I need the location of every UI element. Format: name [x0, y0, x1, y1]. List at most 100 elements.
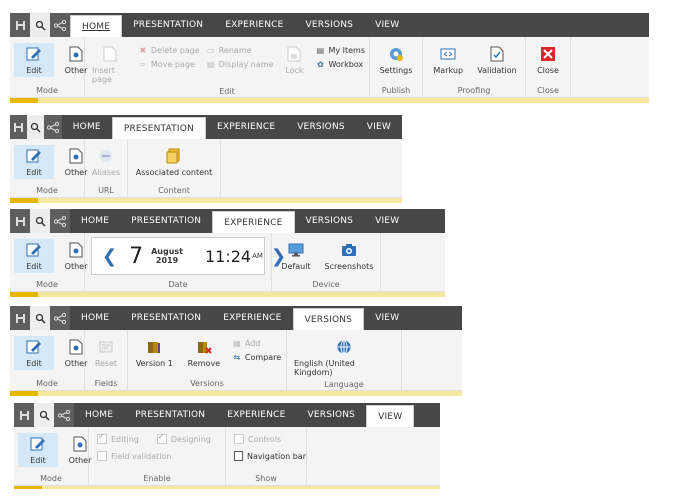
display-name-button[interactable]: ▤ Display name	[206, 59, 274, 69]
tab-presentation[interactable]: PRESENTATION	[111, 117, 206, 139]
add-version-button[interactable]: ▦ Add	[232, 338, 281, 348]
tab-experience[interactable]: EXPERIENCE	[206, 115, 286, 139]
validation-label: Validation	[477, 66, 517, 75]
compare-button[interactable]: ⇆ Compare	[232, 352, 282, 362]
designing-checkbox[interactable]: Designing	[156, 432, 211, 444]
tab-experience[interactable]: EXPERIENCE	[212, 211, 295, 233]
tab-experience[interactable]: EXPERIENCE	[216, 403, 296, 427]
add-version-label: Add	[244, 338, 261, 348]
validation-button[interactable]: Validation	[474, 43, 520, 77]
tab-view[interactable]: VIEW	[356, 115, 402, 139]
group-label-language: Language	[324, 380, 364, 389]
workbox-button[interactable]: ✿ Workbox	[315, 59, 365, 69]
edit-mode-button[interactable]: Edit	[14, 43, 54, 77]
remove-version-button[interactable]: Remove	[184, 336, 224, 370]
edit-mode-button[interactable]: Edit	[14, 145, 54, 179]
share-icon[interactable]	[44, 115, 62, 139]
tab-presentation[interactable]: PRESENTATION	[122, 13, 214, 37]
language-label: English (United Kingdom)	[294, 359, 355, 377]
rename-label: Rename	[218, 45, 252, 55]
markup-button[interactable]: Markup	[428, 43, 468, 77]
markup-icon	[439, 45, 457, 63]
navigation-bar-check-icon	[234, 451, 244, 461]
save-icon[interactable]	[10, 306, 30, 330]
tab-home[interactable]: HOME	[62, 115, 112, 139]
tab-experience[interactable]: EXPERIENCE	[214, 13, 294, 37]
settings-button[interactable]: Settings	[376, 43, 416, 77]
share-icon[interactable]	[50, 13, 70, 37]
tab-versions[interactable]: VERSIONS	[295, 209, 365, 233]
share-icon[interactable]	[50, 209, 70, 233]
default-device-label: Default	[281, 262, 311, 271]
other-label: Other	[64, 168, 88, 177]
default-device-button[interactable]: Default	[276, 239, 316, 273]
globe-icon	[335, 338, 353, 356]
my-items-button[interactable]: ▤ My Items	[315, 45, 365, 55]
delete-icon: ✖	[139, 45, 147, 55]
group-enable: Editing Designing Field validation Enabl…	[89, 427, 226, 485]
date-time: 11:24	[205, 246, 252, 266]
tab-view[interactable]: VIEW	[364, 13, 410, 37]
navigation-bar-checkbox[interactable]: Navigation bar	[234, 451, 306, 461]
group-show: Controls Navigation bar Show	[226, 427, 307, 485]
tab-home[interactable]: HOME	[70, 15, 123, 37]
previous-date-icon[interactable]: ❮	[98, 246, 121, 267]
reset-button[interactable]: Reset	[86, 336, 126, 370]
edit-mode-button[interactable]: Edit	[14, 336, 54, 370]
validation-icon	[488, 45, 506, 63]
associated-content-button[interactable]: Associated content	[133, 145, 216, 179]
save-icon[interactable]	[14, 403, 34, 427]
share-icon[interactable]	[50, 306, 70, 330]
tab-versions[interactable]: VERSIONS	[295, 13, 365, 37]
search-icon[interactable]	[30, 209, 50, 233]
tab-home[interactable]: HOME	[70, 209, 120, 233]
controls-checkbox[interactable]: Controls	[234, 434, 306, 444]
lock-button[interactable]: Lock	[279, 43, 309, 77]
remove-version-icon	[195, 338, 213, 356]
edit-mode-button[interactable]: Edit	[14, 239, 54, 273]
save-icon[interactable]	[10, 209, 30, 233]
group-url: Aliases URL	[85, 139, 128, 197]
ribbon-body: Edit Other Mode ❮ 7 August 2019 11:24 AM…	[10, 233, 445, 292]
tab-versions[interactable]: VERSIONS	[297, 403, 367, 427]
search-icon[interactable]	[34, 403, 54, 427]
version-button[interactable]: Version 1	[133, 336, 176, 370]
save-icon[interactable]	[10, 13, 30, 37]
tab-presentation[interactable]: PRESENTATION	[120, 209, 212, 233]
tab-presentation[interactable]: PRESENTATION	[124, 403, 216, 427]
reset-label: Reset	[94, 359, 118, 368]
move-page-label: Move page	[150, 59, 195, 69]
field-validation-check-icon	[97, 451, 107, 461]
tab-experience[interactable]: EXPERIENCE	[212, 306, 292, 330]
delete-page-button[interactable]: ✖ Delete page	[138, 45, 200, 55]
share-icon[interactable]	[54, 403, 74, 427]
ribbon-body: Edit Other Mode Insert page ✖ Delete page…	[10, 37, 649, 98]
search-icon[interactable]	[30, 13, 50, 37]
search-icon[interactable]	[30, 306, 50, 330]
tab-versions[interactable]: VERSIONS	[286, 115, 356, 139]
lock-icon	[285, 45, 303, 63]
tab-view[interactable]: VIEW	[364, 306, 410, 330]
aliases-button[interactable]: Aliases	[86, 145, 126, 179]
tab-home[interactable]: HOME	[70, 306, 120, 330]
language-button[interactable]: English (United Kingdom)	[291, 336, 397, 379]
insert-page-button[interactable]: Insert page	[89, 43, 132, 86]
group-label-content: Content	[158, 186, 190, 195]
save-icon[interactable]	[10, 115, 28, 139]
field-validation-checkbox[interactable]: Field validation	[97, 451, 225, 461]
close-button[interactable]: Close	[528, 43, 568, 77]
search-icon[interactable]	[27, 115, 45, 139]
tab-presentation[interactable]: PRESENTATION	[120, 306, 212, 330]
editing-checkbox[interactable]: Editing	[97, 432, 139, 444]
tab-view[interactable]: VIEW	[366, 405, 415, 427]
rename-button[interactable]: ▭ Rename	[206, 45, 274, 55]
move-page-button[interactable]: ⇨ Move page	[138, 59, 200, 69]
tab-home[interactable]: HOME	[74, 403, 124, 427]
tab-view[interactable]: VIEW	[364, 209, 410, 233]
edit-mode-button[interactable]: Edit	[18, 433, 58, 467]
settings-icon	[387, 45, 405, 63]
tab-versions[interactable]: VERSIONS	[292, 308, 365, 330]
screenshots-button[interactable]: Screenshots	[322, 239, 376, 273]
ribbon-body: Edit Other Mode Reset Fields Version 1 R…	[10, 330, 462, 391]
other-icon	[67, 338, 85, 356]
